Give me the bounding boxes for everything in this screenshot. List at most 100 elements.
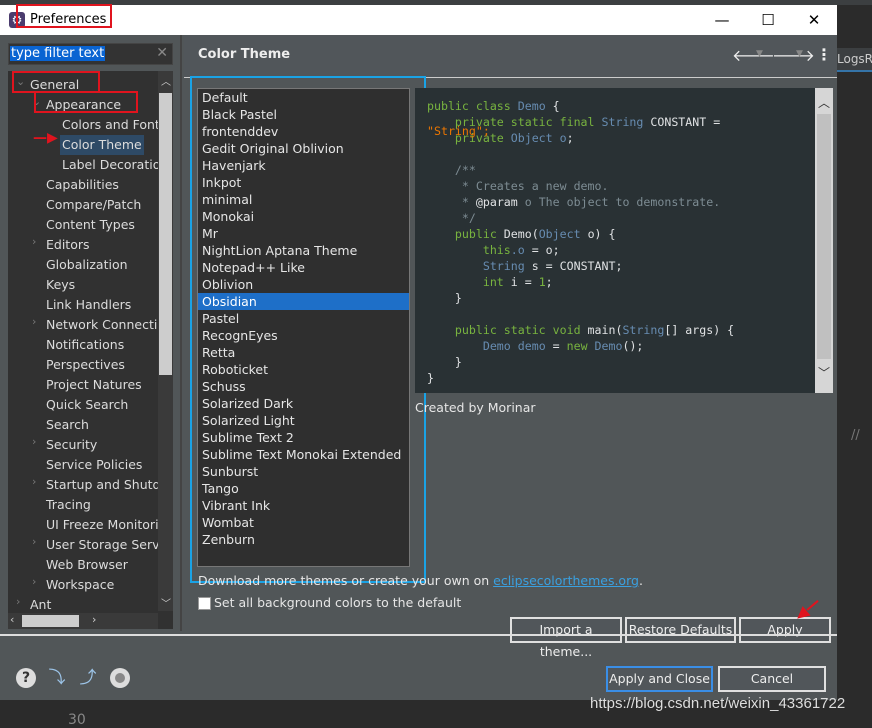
default-background-checkbox[interactable] <box>198 597 211 610</box>
code-preview-scrollbar[interactable]: ︿ ﹀ <box>815 88 833 393</box>
theme-list-item[interactable]: Sublime Text Monokai Extended <box>198 446 409 463</box>
tree-item[interactable]: Color Theme <box>60 135 144 155</box>
filter-input[interactable]: type filter text ✕ <box>8 43 173 65</box>
tree-item[interactable]: User Storage Service <box>46 535 173 555</box>
theme-list-item[interactable]: Gedit Original Oblivion <box>198 140 409 157</box>
tree-item[interactable]: Editors <box>46 235 90 255</box>
tree-item[interactable]: Web Browser <box>46 555 128 575</box>
theme-list-item[interactable]: Black Pastel <box>198 106 409 123</box>
expander-icon[interactable]: › <box>16 595 20 608</box>
code-line: * Creates a new demo. <box>427 178 609 194</box>
tree-scroll-thumb[interactable] <box>159 93 172 375</box>
tree-item[interactable]: Network Connections <box>46 315 173 335</box>
apply-button[interactable]: Apply <box>739 617 831 643</box>
restore-defaults-button[interactable]: Restore Defaults <box>625 617 736 643</box>
theme-list-item[interactable]: Obsidian <box>198 293 409 310</box>
export-icon[interactable]: ⤴ <box>78 668 98 688</box>
expander-icon[interactable]: › <box>32 475 36 488</box>
theme-list-item[interactable]: Default <box>198 89 409 106</box>
tree-item[interactable]: Search <box>46 415 89 435</box>
tree-item[interactable]: Label Decorations <box>62 155 173 175</box>
back-arrow-icon[interactable]: 🡐 <box>732 45 775 65</box>
theme-list-item[interactable]: Tango <box>198 480 409 497</box>
expander-icon[interactable]: › <box>32 435 36 448</box>
back-dropdown-icon[interactable]: ▼ <box>756 49 763 59</box>
tree-item[interactable]: Service Policies <box>46 455 142 475</box>
code-token: /** <box>427 163 476 177</box>
expander-icon[interactable]: › <box>32 575 36 588</box>
theme-list-item[interactable]: Inkpot <box>198 174 409 191</box>
expander-icon[interactable]: › <box>32 235 36 248</box>
theme-list-item[interactable]: minimal <box>198 191 409 208</box>
code-scroll-thumb[interactable] <box>817 114 831 359</box>
scroll-down-icon[interactable]: ﹀ <box>161 595 171 610</box>
apply-and-close-button[interactable]: Apply and Close <box>606 666 713 692</box>
clear-filter-icon[interactable]: ✕ <box>156 45 168 61</box>
maximize-button[interactable]: ☐ <box>753 9 783 31</box>
tree-item[interactable]: Project Natures <box>46 375 142 395</box>
scroll-up-icon[interactable]: ︿ <box>161 73 171 88</box>
tree-item[interactable]: Keys <box>46 275 75 295</box>
theme-list-item[interactable]: Schuss <box>198 378 409 395</box>
tree-item[interactable]: Tracing <box>46 495 91 515</box>
tree-item[interactable]: Perspectives <box>46 355 125 375</box>
code-token: = <box>545 339 567 353</box>
eclipsecolorthemes-link[interactable]: eclipsecolorthemes.org <box>493 573 639 588</box>
forward-dropdown-icon[interactable]: ▼ <box>796 49 803 59</box>
theme-list-item[interactable]: Monokai <box>198 208 409 225</box>
sash[interactable] <box>180 35 182 631</box>
forward-arrow-icon[interactable]: 🡒 <box>772 45 815 65</box>
help-icon[interactable]: ? <box>16 668 36 688</box>
tree-horizontal-scrollbar[interactable]: ‹ › <box>8 613 158 629</box>
theme-list-item[interactable]: Roboticket <box>198 361 409 378</box>
theme-list-item[interactable]: Vibrant Ink <box>198 497 409 514</box>
theme-list-item[interactable]: Zenburn <box>198 531 409 548</box>
theme-list-item[interactable]: Sublime Text 2 <box>198 429 409 446</box>
theme-list-item[interactable]: Oblivion <box>198 276 409 293</box>
expander-icon[interactable]: › <box>32 535 36 548</box>
tree-item[interactable]: Content Types <box>46 215 135 235</box>
tree-item[interactable]: Ant <box>30 595 51 615</box>
theme-list-item[interactable]: Wombat <box>198 514 409 531</box>
theme-list-item[interactable]: Mr <box>198 225 409 242</box>
code-line: public Demo(Object o) { <box>427 226 616 242</box>
tree-item[interactable]: Colors and Fonts <box>62 115 166 135</box>
minimize-button[interactable]: — <box>707 9 737 31</box>
tree-item[interactable]: Security <box>46 435 97 455</box>
view-menu-icon[interactable]: ⋮ <box>816 45 832 64</box>
tree-item[interactable]: Capabilities <box>46 175 119 195</box>
theme-list-item[interactable]: Notepad++ Like <box>198 259 409 276</box>
tree-item[interactable]: Workspace <box>46 575 114 595</box>
theme-list-item[interactable]: RecognEyes <box>198 327 409 344</box>
theme-list[interactable]: Default Black Pastel frontenddev Gedit Orig… <box>197 88 410 567</box>
tree-vertical-scrollbar[interactable]: ︿ ﹀ <box>158 71 173 611</box>
theme-list-item[interactable]: Pastel <box>198 310 409 327</box>
cancel-button[interactable]: Cancel <box>718 666 826 692</box>
tree-item[interactable]: Startup and Shutdown <box>46 475 173 495</box>
tree-item[interactable]: Notifications <box>46 335 124 355</box>
tree-item[interactable]: Globalization <box>46 255 128 275</box>
scroll-left-icon[interactable]: ‹ <box>10 613 14 626</box>
theme-list-item[interactable]: Solarized Light <box>198 412 409 429</box>
theme-list-item[interactable]: frontenddev <box>198 123 409 140</box>
tree-item[interactable]: UI Freeze Monitoring <box>46 515 173 535</box>
tree-item[interactable]: Link Handlers <box>46 295 131 315</box>
scroll-up-icon[interactable]: ︿ <box>818 94 830 111</box>
import-icon[interactable]: ⤵ <box>47 668 67 688</box>
theme-list-item[interactable]: Sunburst <box>198 463 409 480</box>
download-themes-text: Download more themes or create your own … <box>198 573 643 588</box>
close-button[interactable]: ✕ <box>799 9 829 31</box>
theme-list-item[interactable]: NightLion Aptana Theme <box>198 242 409 259</box>
theme-list-item[interactable]: Solarized Dark <box>198 395 409 412</box>
tree-item[interactable]: Compare/Patch <box>46 195 141 215</box>
scroll-right-icon[interactable]: › <box>92 613 96 626</box>
default-background-checkbox-label[interactable]: Set all background colors to the default <box>214 595 461 610</box>
theme-list-item[interactable]: Retta <box>198 344 409 361</box>
expander-icon[interactable]: › <box>32 315 36 328</box>
tree-item[interactable]: Quick Search <box>46 395 128 415</box>
tree-hscroll-thumb[interactable] <box>22 615 79 627</box>
theme-list-item[interactable]: Havenjark <box>198 157 409 174</box>
scroll-down-icon[interactable]: ﹀ <box>818 364 830 381</box>
import-theme-button[interactable]: Import a theme... <box>510 617 622 659</box>
record-icon[interactable] <box>110 668 130 688</box>
